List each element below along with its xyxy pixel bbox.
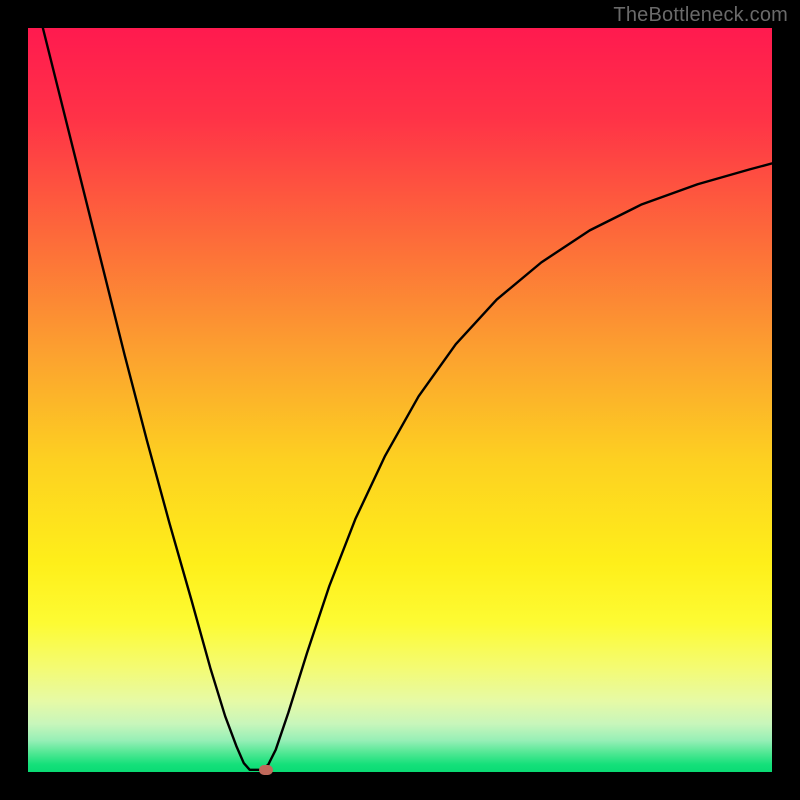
chart-plot-area	[28, 28, 772, 772]
watermark-text: TheBottleneck.com	[613, 4, 788, 27]
chart-svg	[28, 28, 772, 772]
bottleneck-marker	[259, 765, 273, 775]
chart-background	[28, 28, 772, 772]
